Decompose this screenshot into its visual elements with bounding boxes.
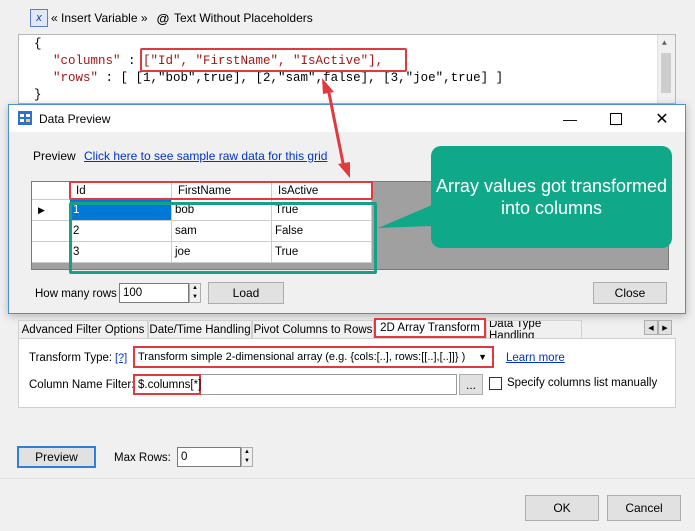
grid-app-icon	[18, 111, 32, 125]
max-rows-label: Max Rows:	[114, 452, 171, 464]
specify-manually-label: Specify columns list manually	[507, 377, 658, 389]
max-rows-spinner[interactable]: ▲ ▼	[241, 447, 253, 467]
load-button[interactable]: Load	[208, 282, 284, 304]
transform-type-select[interactable]: Transform simple 2-dimensional array (e.…	[133, 346, 494, 368]
column-name-filter-label: Column Name Filter:	[29, 379, 135, 391]
tab-pivot-columns-to-rows[interactable]: Pivot Columns to Rows	[252, 320, 374, 338]
cancel-button[interactable]: Cancel	[607, 495, 681, 521]
learn-more-link[interactable]: Learn more	[506, 352, 565, 364]
chevron-left-icon: ◀	[648, 324, 654, 332]
insert-variable-label: « Insert Variable »	[51, 11, 148, 25]
variable-icon: x	[30, 9, 48, 27]
maximize-icon	[610, 112, 622, 125]
tab-2d-array-transform[interactable]: 2D Array Transform	[374, 318, 486, 338]
close-button[interactable]: Close	[593, 282, 667, 304]
maximize-button[interactable]	[593, 105, 639, 132]
spin-down-icon[interactable]: ▼	[242, 457, 252, 466]
grid-rows-highlight	[69, 202, 377, 274]
spin-up-icon[interactable]: ▲	[190, 284, 200, 293]
transform-help-link[interactable]: [?]	[115, 352, 127, 364]
tab-scroll-left-button[interactable]: ◀	[644, 320, 658, 335]
minimize-button[interactable]: —	[547, 105, 593, 132]
scroll-thumb[interactable]	[661, 53, 671, 93]
tab-advanced-filter-options[interactable]: Advanced Filter Options	[18, 320, 148, 338]
chevron-down-icon: ▼	[478, 352, 487, 362]
chevron-right-icon: ▶	[662, 324, 668, 332]
max-rows-input[interactable]: 0	[177, 447, 241, 467]
spin-up-icon[interactable]: ▲	[242, 448, 252, 457]
rows-key: "rows"	[53, 71, 99, 85]
rows-spinner[interactable]: ▲ ▼	[189, 283, 201, 303]
insert-variable-button[interactable]: x « Insert Variable »	[30, 8, 148, 28]
tab-scroll-right-button[interactable]: ▶	[658, 320, 672, 335]
columns-key: "columns"	[53, 54, 121, 68]
annotation-callout: Array values got transformed into column…	[431, 146, 672, 248]
row-headers: ▶	[32, 200, 71, 263]
preview-button[interactable]: Preview	[17, 446, 96, 468]
close-icon: ✕	[655, 110, 669, 128]
how-many-rows-label: How many rows	[35, 288, 117, 300]
scroll-up-icon: ▲	[662, 39, 667, 48]
text-without-placeholders-label: Text Without Placeholders	[174, 11, 313, 25]
how-many-rows-value: 100	[123, 287, 143, 299]
browse-button[interactable]: ...	[459, 374, 483, 395]
how-many-rows-input[interactable]: 100	[119, 283, 189, 303]
column-filter-value-highlight: $.columns[*]	[133, 374, 201, 395]
tab-data-type-handling[interactable]: Data Type Handling	[486, 320, 582, 338]
column-name-filter-value: $.columns[*]	[138, 378, 202, 391]
dialog-titlebar: Data Preview — ✕	[9, 105, 685, 132]
columns-highlight	[140, 48, 407, 72]
at-sign-icon: @	[156, 10, 170, 26]
dialog-footer: OK Cancel	[0, 478, 695, 531]
code-line-1: {	[34, 37, 42, 51]
current-row-arrow-icon: ▶	[38, 205, 45, 215]
preview-label: Preview	[33, 149, 76, 163]
code-line-4: }	[34, 88, 42, 102]
specify-manually-checkbox[interactable]	[489, 377, 502, 390]
tab-panel: Transform Type: [?] Transform simple 2-d…	[18, 338, 676, 408]
text-without-placeholders-button[interactable]: @ Text Without Placeholders	[155, 8, 313, 28]
tab-date-time-handling[interactable]: Date/Time Handling	[148, 320, 252, 338]
minimize-icon: —	[563, 110, 577, 127]
transform-type-label: Transform Type:	[29, 352, 113, 364]
spin-down-icon[interactable]: ▼	[190, 293, 200, 302]
grid-corner	[32, 182, 70, 200]
transform-type-value: Transform simple 2-dimensional array (e.…	[138, 351, 466, 363]
dialog-title: Data Preview	[39, 112, 111, 126]
ok-button[interactable]: OK	[525, 495, 599, 521]
code-line-3: "rows" : [ [1,"bob",true], [2,"sam",fals…	[34, 71, 503, 85]
close-window-button[interactable]: ✕	[639, 105, 685, 132]
editor-scrollbar[interactable]: ▲	[657, 35, 675, 103]
grid-header-highlight	[69, 181, 373, 200]
toolbar: x « Insert Variable » @ Text Without Pla…	[0, 0, 695, 36]
max-rows-value: 0	[181, 451, 188, 463]
rows-sep: :	[98, 71, 121, 85]
rows-value: [ [1,"bob",true], [2,"sam",false], [3,"j…	[120, 71, 504, 85]
sample-raw-data-link[interactable]: Click here to see sample raw data for th…	[84, 149, 327, 163]
